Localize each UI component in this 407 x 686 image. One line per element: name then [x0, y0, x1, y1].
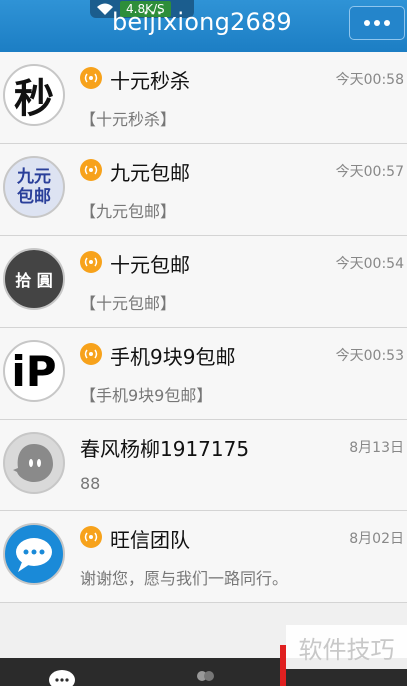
conversation-name: 手机9块9包邮 — [110, 345, 236, 369]
avatar-text: 秒 — [14, 76, 54, 122]
app-header: 4.8K/S beijixiong2689 — [0, 0, 407, 52]
page-title: beijixiong2689 — [112, 8, 292, 36]
conversation-preview: 【手机9块9包邮】 — [80, 386, 213, 405]
conversation-time: 8月13日 — [349, 440, 404, 456]
default-user-icon — [13, 444, 53, 482]
avatar: iP — [3, 340, 65, 402]
official-badge-icon — [80, 159, 102, 181]
more-dots-icon — [364, 20, 370, 26]
conversation-item[interactable]: 拾 圓 十元包邮 今天00:54 【十元包邮】 — [0, 236, 407, 328]
conversation-item[interactable]: 春风杨柳1917175 8月13日 88 — [0, 420, 407, 511]
conversation-name: 十元包邮 — [110, 253, 190, 277]
avatar — [3, 432, 65, 494]
conversation-name: 旺信团队 — [110, 528, 190, 552]
official-badge-icon — [80, 67, 102, 89]
conversation-time: 今天00:57 — [335, 164, 404, 180]
conversation-time: 今天00:58 — [335, 72, 404, 88]
conversation-time: 今天00:53 — [335, 348, 404, 364]
conversation-item[interactable]: 秒 十元秒杀 今天00:58 【十元秒杀】 — [0, 52, 407, 144]
avatar: 拾 圓 — [3, 248, 65, 310]
conversation-name: 九元包邮 — [110, 161, 190, 185]
conversation-time: 8月02日 — [349, 531, 404, 547]
conversation-preview: 88 — [80, 474, 101, 493]
conversation-preview: 【九元包邮】 — [80, 202, 177, 221]
avatar-text: 九元包邮 — [17, 167, 51, 207]
avatar — [3, 523, 65, 585]
avatar-text: 拾 圓 — [15, 271, 53, 290]
conversation-item[interactable]: iP 手机9块9包邮 今天00:53 【手机9块9包邮】 — [0, 328, 407, 420]
avatar: 九元包邮 — [3, 156, 65, 218]
conversation-name: 春风杨柳1917175 — [80, 437, 250, 461]
conversation-time: 今天00:54 — [335, 256, 404, 272]
conversation-list: 秒 十元秒杀 今天00:58 【十元秒杀】 九元包邮 九元包邮 今天00:57 … — [0, 52, 407, 603]
official-badge-icon — [80, 526, 102, 548]
conversation-item[interactable]: 旺信团队 8月02日 谢谢您，愿与我们一路同行。 — [0, 511, 407, 603]
conversation-item[interactable]: 九元包邮 九元包邮 今天00:57 【九元包邮】 — [0, 144, 407, 236]
more-dot — [374, 20, 380, 26]
official-badge-icon — [80, 251, 102, 273]
official-badge-icon — [80, 343, 102, 365]
conversation-preview: 【十元秒杀】 — [80, 110, 177, 129]
avatar-text: iP — [11, 346, 57, 396]
conversation-name: 十元秒杀 — [110, 69, 190, 93]
more-dot — [384, 20, 390, 26]
chat-bubble-icon — [16, 538, 52, 572]
conversation-preview: 谢谢您，愿与我们一路同行。 — [80, 569, 289, 588]
tab-contacts-icon[interactable] — [192, 670, 218, 686]
tab-messages-icon[interactable] — [48, 668, 76, 686]
conversation-preview: 【十元包邮】 — [80, 294, 177, 313]
more-button[interactable] — [349, 6, 405, 40]
avatar: 秒 — [3, 64, 65, 126]
watermark: 软件技巧 — [286, 625, 407, 669]
